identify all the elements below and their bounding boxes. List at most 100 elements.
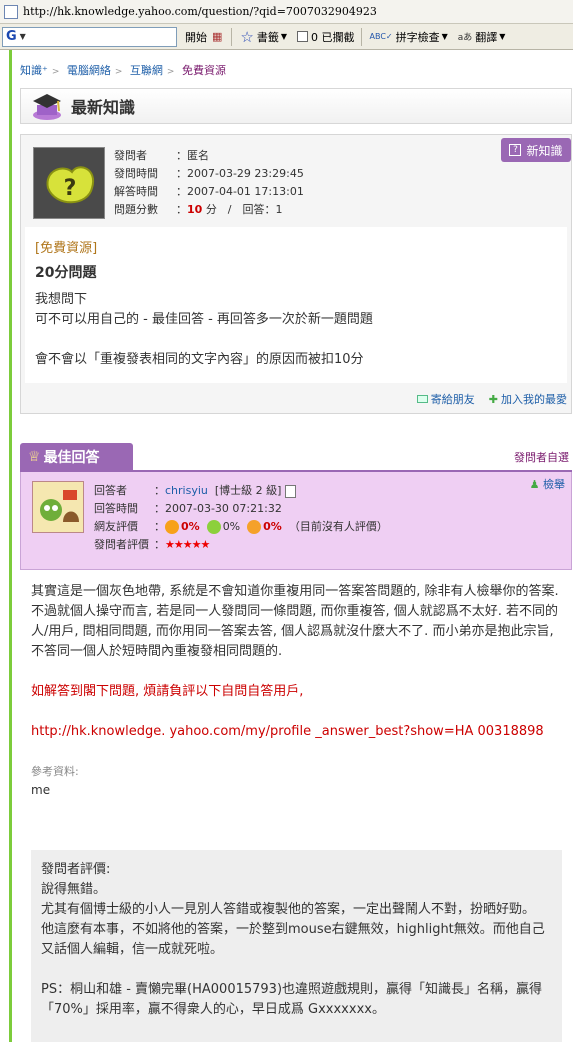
comment-line: 他這麼有本事，不如將他的答案，一於整到mouse右鍵無效，highlight無效… — [41, 922, 545, 957]
answer-header: 回答者： chrisyiu [博士級 2 級] 回答時間 ：2007-03-30 0… — [20, 472, 572, 570]
new-question-button[interactable]: ? 新知識 — [501, 138, 571, 162]
asker-rating-key: 發問者評價 — [94, 538, 149, 551]
answer-request: 如解答到閣下問題, 煩請負評以下自問自答用戶, — [31, 684, 304, 699]
laugh-face-icon — [165, 520, 179, 534]
book-icon: ▦ — [212, 30, 223, 43]
breadcrumb-item[interactable]: 知識⁺ — [20, 64, 48, 77]
chevron-down-icon: ▼ — [280, 32, 288, 41]
trophy-icon: ♕ — [28, 449, 41, 465]
reference-value: me — [31, 783, 51, 797]
score-suffix: 分 / 回答：1 — [205, 203, 283, 216]
solved-time-key: 解答時間 — [114, 185, 158, 198]
question-body: 我想問下 可不可以用自己的 - 最佳回答 - 再回答多一次於新一題問題 會不會以… — [35, 290, 557, 370]
question-mark-icon: ? — [509, 144, 522, 156]
best-answer-tab: ♕ 最佳回答 — [20, 443, 133, 471]
report-link[interactable]: ♟ 檢舉 — [530, 476, 565, 492]
rating-bad: 0% — [263, 520, 282, 533]
rating-note: （目前沒有人評價） — [288, 520, 388, 533]
answerer-name-link[interactable]: chrisyiu — [165, 482, 208, 500]
breadcrumb-item[interactable]: 電腦網絡 — [67, 64, 111, 77]
new-question-label: 新知識 — [526, 143, 563, 158]
comment-line: 尤其有個博士級的小人一見別人答錯或複製他的答案，一定出聲鬧人不對，扮晒好勁。 — [41, 902, 536, 917]
report-icon: ♟ — [529, 478, 540, 491]
breadcrumb-current[interactable]: 免費資源 — [182, 64, 226, 77]
best-answer-label: 最佳回答 — [43, 450, 100, 466]
breadcrumb-item[interactable]: 互聯網 — [130, 64, 163, 77]
question-actions: 寄給朋友 ✚ 加入我的最愛 — [403, 391, 567, 407]
asker-avatar: ? — [33, 147, 105, 219]
google-g-icon: G — [6, 29, 17, 44]
translate-icon: aあ — [457, 33, 473, 43]
comment-line: 說得無錯。 — [41, 882, 107, 897]
question-line: 會不會以「重複發表相同的文字內容」的原因而被扣10分 — [35, 352, 364, 367]
graduation-cap-icon — [33, 94, 61, 120]
popup-blocked-icon — [297, 31, 309, 42]
translate-label: 翻譯 — [475, 30, 498, 44]
question-category[interactable]: [免費資源] — [35, 237, 557, 256]
section-header: 最新知識 — [20, 88, 572, 124]
spellcheck-icon: ABC✓ — [369, 32, 393, 41]
svg-text:?: ? — [64, 176, 77, 201]
comment-line: PS：桐山和雄 - 賣懶完畢(HA00015793)也違照遊戲規則，贏得「知識長… — [41, 982, 543, 1017]
question-content: [免費資源] 20分問題 我想問下 可不可以用自己的 - 最佳回答 - 再回答多… — [25, 227, 567, 383]
comment-line: 發問者評價: — [41, 862, 111, 877]
blocked-label: 0 已攔截 — [311, 30, 355, 44]
chevron-down-icon: ▼ — [441, 32, 448, 41]
google-search-box[interactable]: G ▼ — [2, 26, 177, 47]
score-key: 問題分數 — [114, 203, 158, 216]
page-left-edge — [0, 50, 12, 1042]
score-prefix: ： — [176, 203, 187, 216]
answer-paragraph: 其實這是一個灰色地帶, 系統是不會知道你重複用同一答案答問題的, 除非有人檢舉你… — [31, 584, 559, 659]
bookmarks-button[interactable]: ☆ 書籤 ▼ — [238, 26, 289, 48]
start-label: 開始 — [185, 30, 207, 44]
rating-mid: 0% — [222, 520, 241, 533]
solved-time: ：2007-04-01 17:13:01 — [176, 185, 304, 198]
spellcheck-label: 拼字檢查 — [395, 30, 440, 44]
star-icon: ☆ — [240, 27, 254, 46]
rating-good: 0% — [181, 520, 200, 533]
notepad-icon[interactable] — [285, 484, 297, 498]
add-favorite-link[interactable]: ✚ 加入我的最愛 — [489, 391, 567, 407]
asked-time-key: 發問時間 — [114, 167, 158, 180]
asked-time: ：2007-03-29 23:29:45 — [176, 167, 304, 180]
page-icon — [4, 4, 18, 19]
send-friend-label: 寄給朋友 — [430, 393, 475, 406]
google-toolbar: G ▼ 開始 ▦ ☆ 書籤 ▼ 0 已攔截 ABC✓ 拼字檢查 ▼ aあ 翻譯 … — [0, 24, 573, 50]
report-label: 檢舉 — [543, 478, 565, 491]
translate-button[interactable]: aあ 翻譯 ▼ — [456, 26, 508, 48]
popup-blocker-button[interactable]: 0 已攔截 — [295, 26, 357, 48]
bookmarks-label: 書籤 — [256, 30, 279, 44]
question-line: 我想問下 — [35, 292, 88, 307]
add-fav-label: 加入我的最愛 — [501, 393, 567, 406]
address-url[interactable]: http://hk.knowledge.yahoo.com/question/?… — [23, 5, 377, 18]
answer-time: ：2007-03-30 07:21:32 — [154, 502, 282, 515]
answer-time-key: 回答時間 — [94, 502, 138, 515]
smile-face-icon — [206, 520, 221, 534]
question-title: 20分問題 — [35, 265, 97, 281]
page-title: 最新知識 — [71, 98, 136, 117]
send-to-friend-link[interactable]: 寄給朋友 — [416, 391, 475, 407]
asker-comment-box: 發問者評價: 說得無錯。 尤其有個博士級的小人一見別人答錯或複製他的答案，一定出… — [31, 850, 562, 1042]
answerer-key: 回答者 — [94, 484, 127, 497]
answer-body: 其實這是一個灰色地帶, 系統是不會知道你重複用同一答案答問題的, 除非有人檢舉你… — [31, 582, 566, 742]
breadcrumb: 知識⁺ > 電腦網絡 > 互聯網 > 免費資源 — [20, 64, 226, 77]
answerer-level: [博士級 2 級] — [214, 484, 282, 497]
rating-key: 網友評價 — [94, 520, 138, 533]
question-line: 可不可以用自己的 - 最佳回答 - 再回答多一次於新一題問題 — [35, 312, 373, 327]
answerer-avatar — [32, 481, 84, 533]
address-bar[interactable]: http://hk.knowledge.yahoo.com/question/?… — [0, 0, 573, 24]
spellcheck-button[interactable]: ABC✓ 拼字檢查 ▼ — [368, 26, 450, 48]
start-search-button[interactable]: 開始 ▦ — [183, 26, 227, 48]
answer-meta: 回答者： chrisyiu [博士級 2 級] 回答時間 ：2007-03-30 0… — [94, 482, 388, 554]
asker-value: ：匿名 — [176, 149, 209, 162]
asker-choice-label: 發問者自選 — [514, 451, 569, 464]
search-input[interactable] — [25, 28, 176, 45]
question-score: 10 — [187, 203, 203, 216]
question-panel: ? 發問者 ：匿名 發問時間 ：2007-03-29 23:29:45 解答時間 ：2… — [20, 134, 572, 414]
rating-stars: ★★★★★ — [165, 538, 210, 551]
answer-url[interactable]: http://hk.knowledge. yahoo.com/my/profil… — [31, 722, 566, 742]
plus-icon: ✚ — [488, 392, 498, 406]
reference-label: 參考資料: — [31, 765, 79, 778]
envelope-icon — [416, 395, 428, 403]
question-meta: 發問者 ：匿名 發問時間 ：2007-03-29 23:29:45 解答時間 ：200… — [114, 147, 304, 219]
